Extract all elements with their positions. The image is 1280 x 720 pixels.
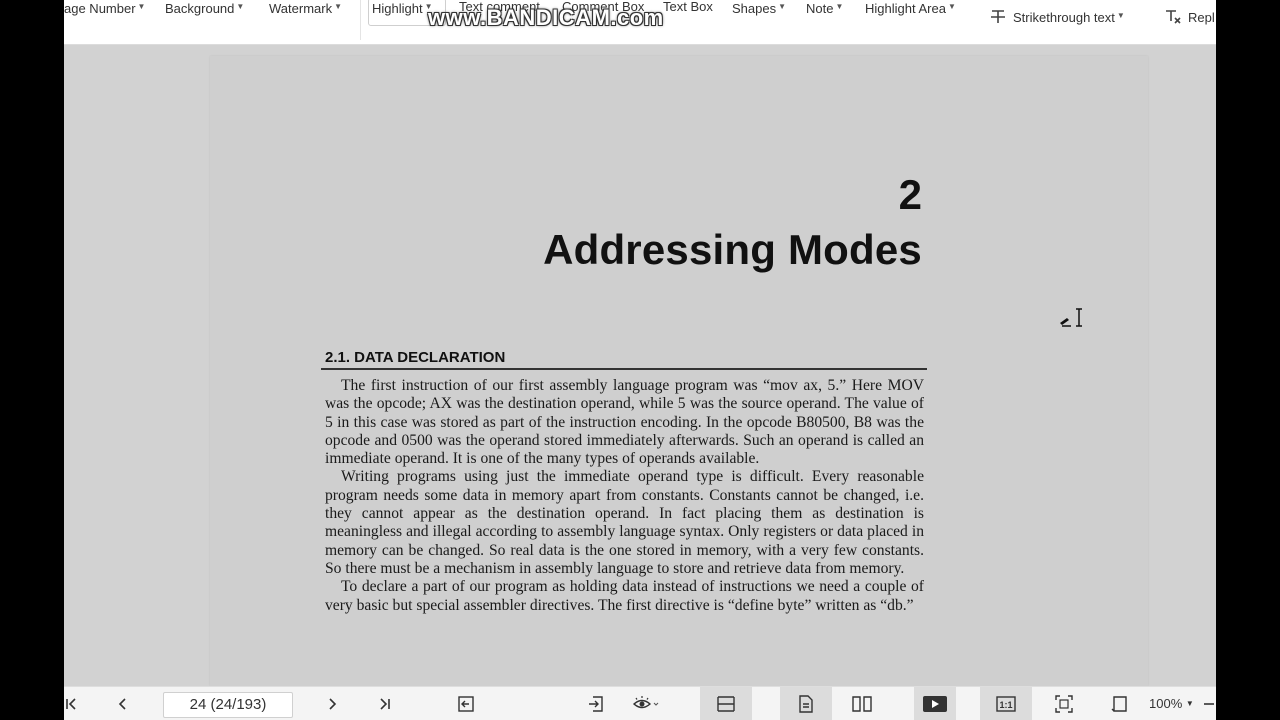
section-rule [321,368,927,370]
paragraph: The first instruction of our first assem… [325,377,924,468]
text-cursor-icon [1060,308,1082,327]
rotate-page-button[interactable] [1103,687,1137,720]
toolbar-watermark[interactable]: Watermark ▼ [269,0,342,16]
body-text: The first instruction of our first assem… [325,377,924,615]
pdf-reader-window: age Number ▼ Background ▼ Watermark ▼ Highl… [64,0,1216,720]
bottom-navigation-bar: 24 (24/193) 1:1 100% ▼ [64,686,1216,720]
rotate-icon [1111,696,1127,712]
toolbar-divider [360,0,361,40]
first-page-icon [66,698,76,710]
single-page-icon [799,695,813,713]
paragraph: Writing programs using just the immediat… [325,468,924,577]
export-page-button[interactable] [579,687,613,720]
two-page-button[interactable] [845,687,879,720]
actual-size-button[interactable]: 1:1 [980,687,1032,720]
chapter-title: Addressing Modes [543,226,922,273]
go-back-button[interactable] [449,687,483,720]
chevron-left-icon [118,698,126,710]
minus-icon [1204,703,1214,705]
previous-page-button[interactable] [106,687,140,720]
fit-width-icon [717,696,735,712]
toolbar-text-box[interactable]: Text Box [663,0,713,16]
chapter-number: 2 [898,171,922,218]
page-number-input[interactable]: 24 (24/193) [163,692,293,718]
toolbar-page-number[interactable]: age Number ▼ [64,0,145,16]
toolbar-note[interactable]: Note ▼ [806,0,843,16]
recording-watermark: www.BANDICAM.com [428,5,664,30]
toolbar-shapes[interactable]: Shapes ▼ [732,0,786,16]
replace-text-icon [1166,10,1181,24]
fit-width-button[interactable] [700,687,752,720]
strikethrough-icon [991,10,1005,23]
zoom-out-button[interactable] [1202,687,1216,720]
chevron-right-icon [329,698,337,710]
first-page-button[interactable] [64,687,88,720]
play-icon [923,696,947,712]
fit-page-icon [1055,695,1073,713]
toolbar-strikethrough[interactable]: Strikethrough text ▼ [989,9,1125,25]
toolbar-replace[interactable]: Repl [1164,9,1215,25]
toolbar-highlight[interactable]: Highlight ▼ [372,0,433,16]
chevron-down-icon: ▼ [1185,699,1194,708]
actual-size-icon: 1:1 [996,696,1016,712]
play-slideshow-button[interactable] [914,687,956,720]
return-icon [458,696,474,712]
last-page-button[interactable] [368,687,402,720]
next-page-button[interactable] [315,687,349,720]
book-view-icon [852,696,872,712]
fit-page-button[interactable] [1047,687,1081,720]
single-page-button[interactable] [780,687,832,720]
export-icon [589,696,603,712]
section-heading: 2.1. DATA DECLARATION [325,349,506,366]
toolbar-background[interactable]: Background ▼ [165,0,244,16]
eye-protection-button[interactable] [624,687,668,720]
toolbar-highlight-area[interactable]: Highlight Area ▼ [865,0,956,16]
eye-icon [632,696,659,709]
svg-text:1:1: 1:1 [999,700,1012,710]
zoom-dropdown[interactable]: 100% ▼ [1149,696,1194,711]
last-page-icon [380,698,390,710]
paragraph: To declare a part of our program as hold… [325,578,924,614]
document-page: 2 Addressing Modes 2.1. DATA DECLARATION… [210,56,1148,686]
